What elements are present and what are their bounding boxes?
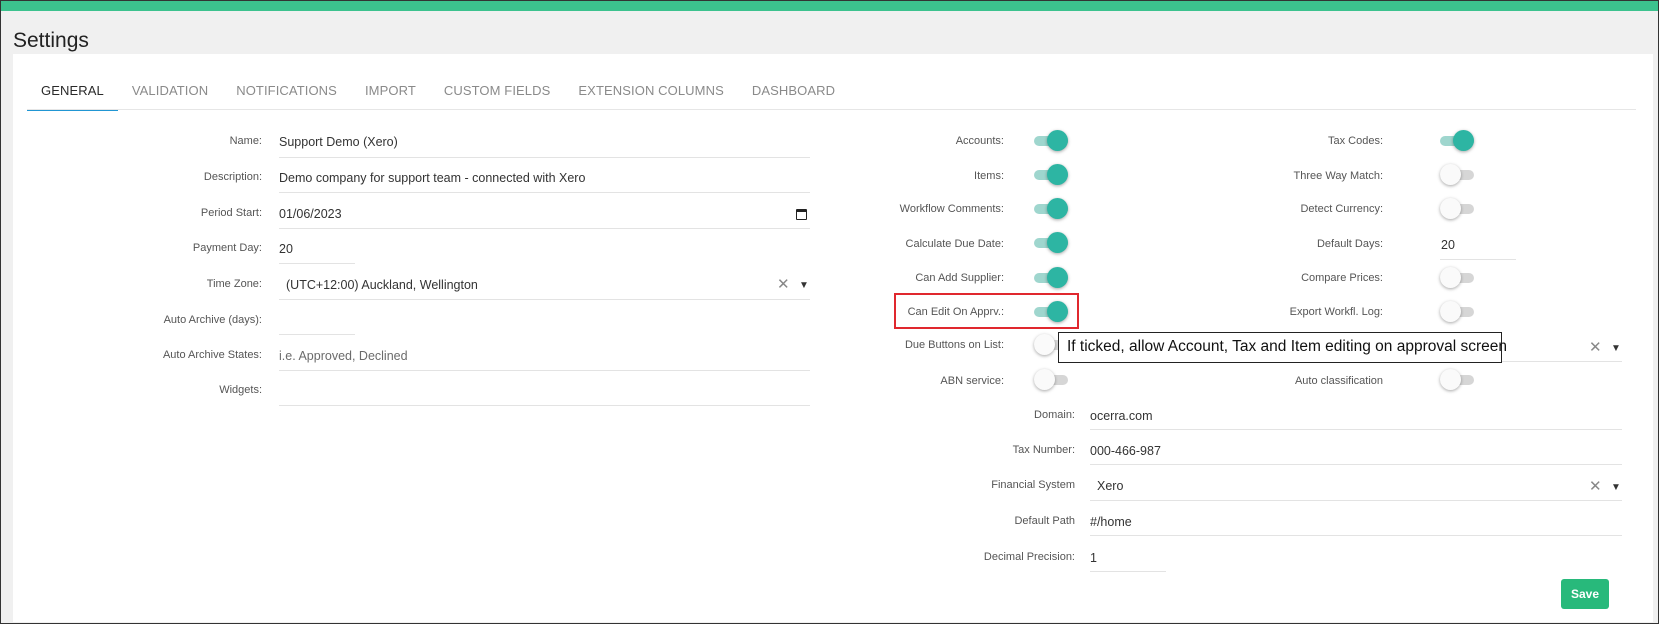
tax-number-label: Tax Number: — [1012, 444, 1075, 456]
calculate-due-date-label: Calculate Due Date: — [905, 238, 1004, 250]
calendar-icon[interactable] — [796, 209, 807, 220]
tax-number-underline — [1090, 464, 1622, 465]
decimal-precision-underline — [1090, 571, 1166, 572]
payment-day-input[interactable]: 20 — [279, 242, 293, 256]
period-start-underline — [279, 228, 810, 229]
default-path-underline — [1090, 535, 1622, 536]
detect-currency-label: Detect Currency: — [1300, 203, 1383, 215]
domain-underline — [1090, 429, 1622, 430]
financial-system-underline — [1090, 500, 1622, 501]
right-select-underline — [1502, 361, 1622, 362]
auto-archive-states-label: Auto Archive States: — [162, 349, 262, 361]
payment-day-underline — [279, 263, 355, 264]
decimal-precision-label: Decimal Precision: — [983, 551, 1075, 563]
page-title: Settings — [13, 29, 89, 52]
description-label: Description: — [203, 171, 262, 183]
right-select-chevron-down-icon[interactable]: ▼ — [1611, 343, 1621, 354]
top-accent-bar — [1, 1, 1658, 11]
widgets-underline — [279, 405, 810, 406]
time-zone-select[interactable]: (UTC+12:00) Auckland, Wellington — [286, 278, 478, 292]
financial-system-chevron-down-icon[interactable]: ▼ — [1611, 482, 1621, 493]
financial-system-select[interactable]: Xero — [1097, 479, 1123, 493]
auto-archive-days-underline — [279, 334, 355, 335]
tab-dashboard[interactable]: DASHBOARD — [738, 75, 849, 111]
name-label: Name: — [229, 135, 262, 147]
tooltip: If ticked, allow Account, Tax and Item e… — [1058, 332, 1507, 363]
domain-label: Domain: — [1034, 409, 1075, 421]
description-underline — [279, 192, 810, 193]
abn-service-toggle[interactable] — [1034, 369, 1068, 391]
tab-general[interactable]: GENERAL — [27, 75, 118, 111]
period-start-label: Period Start: — [200, 207, 262, 219]
default-days-input[interactable]: 20 — [1441, 238, 1455, 252]
decimal-precision-input[interactable]: 1 — [1090, 551, 1097, 565]
export-workfl-log-toggle[interactable] — [1440, 301, 1474, 323]
workflow-comments-toggle[interactable] — [1034, 198, 1068, 220]
domain-input[interactable]: ocerra.com — [1090, 409, 1153, 423]
can-add-supplier-toggle[interactable] — [1034, 267, 1068, 289]
tax-number-input[interactable]: 000-466-987 — [1090, 444, 1161, 458]
description-input[interactable]: Demo company for support team - connecte… — [279, 171, 585, 185]
items-label: Items: — [974, 170, 1004, 182]
time-zone-underline — [279, 299, 810, 300]
time-zone-label: Time Zone: — [206, 278, 262, 290]
default-path-label: Default Path — [1014, 515, 1075, 527]
name-underline — [279, 157, 810, 158]
tab-extension-columns[interactable]: EXTENSION COLUMNS — [564, 75, 737, 111]
auto-classification-toggle[interactable] — [1440, 369, 1474, 391]
payment-day-label: Payment Day: — [192, 242, 262, 254]
calculate-due-date-toggle[interactable] — [1034, 232, 1068, 254]
three-way-match-toggle[interactable] — [1440, 164, 1474, 186]
tab-import[interactable]: IMPORT — [351, 75, 430, 111]
name-input[interactable]: Support Demo (Xero) — [279, 135, 398, 149]
tab-notifications[interactable]: NOTIFICATIONS — [222, 75, 351, 111]
time-zone-chevron-down-icon[interactable]: ▼ — [799, 280, 809, 291]
default-days-underline — [1440, 259, 1516, 260]
tax-codes-label: Tax Codes: — [1327, 135, 1383, 147]
save-button[interactable]: Save — [1561, 579, 1609, 609]
accounts-toggle[interactable] — [1034, 130, 1068, 152]
workflow-comments-label: Workflow Comments: — [899, 203, 1004, 215]
abn-service-label: ABN service: — [940, 375, 1004, 387]
three-way-match-label: Three Way Match: — [1293, 170, 1383, 182]
default-path-input[interactable]: #/home — [1090, 515, 1132, 529]
highlight-box — [894, 293, 1079, 329]
export-workfl-log-label: Export Workfl. Log: — [1289, 306, 1383, 318]
due-buttons-on-list-label: Due Buttons on List: — [904, 339, 1004, 351]
auto-classification-label: Auto classification — [1294, 375, 1383, 387]
default-days-label: Default Days: — [1316, 238, 1383, 250]
auto-archive-states-input[interactable]: i.e. Approved, Declined — [279, 349, 408, 363]
auto-archive-days-label: Auto Archive (days): — [163, 314, 262, 326]
compare-prices-label: Compare Prices: — [1301, 272, 1383, 284]
items-toggle[interactable] — [1034, 164, 1068, 186]
right-select-clear-icon[interactable]: ✕ — [1589, 338, 1602, 356]
tabs-divider — [27, 109, 1636, 110]
tax-codes-toggle[interactable] — [1440, 130, 1474, 152]
auto-archive-states-underline — [279, 370, 810, 371]
financial-system-clear-icon[interactable]: ✕ — [1589, 477, 1602, 495]
compare-prices-toggle[interactable] — [1440, 267, 1474, 289]
tab-validation[interactable]: VALIDATION — [118, 75, 222, 111]
tab-custom-fields[interactable]: CUSTOM FIELDS — [430, 75, 565, 111]
time-zone-clear-icon[interactable]: ✕ — [777, 275, 790, 293]
financial-system-label: Financial System — [991, 479, 1075, 491]
widgets-label: Widgets: — [219, 384, 262, 396]
accounts-label: Accounts: — [955, 135, 1004, 147]
can-add-supplier-label: Can Add Supplier: — [915, 272, 1004, 284]
detect-currency-toggle[interactable] — [1440, 198, 1474, 220]
period-start-input[interactable]: 01/06/2023 — [279, 207, 342, 221]
settings-tabs: GENERAL VALIDATION NOTIFICATIONS IMPORT … — [27, 75, 849, 111]
